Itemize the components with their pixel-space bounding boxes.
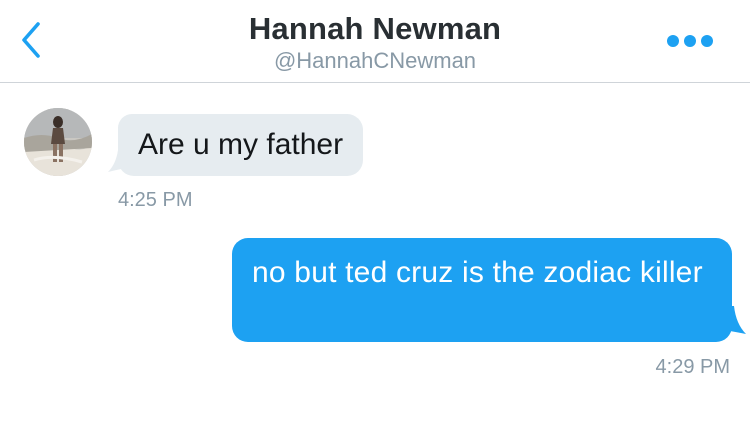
incoming-message-bubble[interactable]: Are u my father — [118, 114, 364, 176]
outgoing-message-bubble[interactable]: no but ted cruz is the zodiac killer — [232, 238, 732, 342]
incoming-message-timestamp: 4:25 PM — [118, 189, 193, 211]
conversation-title-block[interactable]: Hannah Newman @HannahCNewman — [0, 10, 750, 74]
conversation-header: Hannah Newman @HannahCNewman — [0, 0, 750, 83]
more-options-button[interactable] — [666, 34, 714, 48]
contact-handle: @HannahCNewman — [273, 48, 477, 73]
contact-avatar[interactable] — [24, 108, 92, 176]
outgoing-message-timestamp: 4:29 PM — [655, 356, 730, 378]
ellipsis-icon — [666, 35, 714, 52]
contact-name: Hannah Newman — [248, 11, 502, 46]
